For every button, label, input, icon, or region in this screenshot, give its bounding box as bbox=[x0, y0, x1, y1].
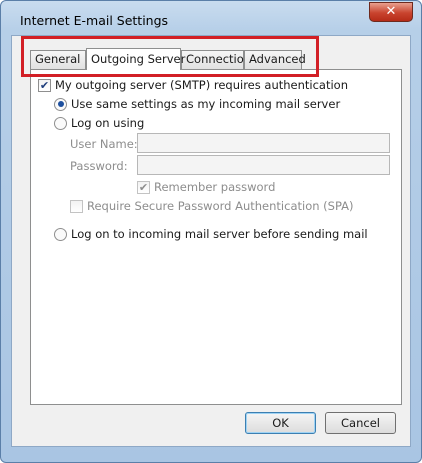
password-label: Password: bbox=[70, 159, 128, 173]
spa-row[interactable]: Require Secure Password Authentication (… bbox=[70, 199, 354, 213]
window-title: Internet E-mail Settings bbox=[20, 13, 169, 28]
log-on-incoming-row[interactable]: Log on to incoming mail server before se… bbox=[54, 227, 368, 241]
smtp-auth-checkbox[interactable]: ✔ bbox=[38, 78, 51, 92]
close-button[interactable]: ✕ bbox=[369, 2, 413, 22]
log-on-incoming-label: Log on to incoming mail server before se… bbox=[71, 227, 368, 241]
spa-label: Require Secure Password Authentication (… bbox=[87, 199, 354, 213]
dialog-client-area: General Outgoing Server Connection Advan… bbox=[11, 35, 411, 447]
smtp-auth-label: My outgoing server (SMTP) requires authe… bbox=[55, 78, 348, 92]
log-on-using-label: Log on using bbox=[71, 116, 145, 130]
remember-password-checkbox[interactable]: ✔ bbox=[137, 180, 150, 194]
tab-outgoing-server[interactable]: Outgoing Server bbox=[86, 48, 185, 70]
cancel-button[interactable]: Cancel bbox=[325, 412, 396, 434]
log-on-incoming-radio[interactable] bbox=[54, 227, 67, 241]
dialog-window: Internet E-mail Settings ✕ General Outgo… bbox=[0, 0, 422, 463]
smtp-auth-row[interactable]: ✔ My outgoing server (SMTP) requires aut… bbox=[38, 78, 348, 92]
log-on-using-radio[interactable] bbox=[54, 116, 67, 130]
user-name-input[interactable] bbox=[137, 133, 390, 153]
log-on-using-row[interactable]: Log on using bbox=[54, 116, 144, 130]
remember-password-row[interactable]: ✔ Remember password bbox=[137, 180, 275, 194]
use-same-settings-row[interactable]: Use same settings as my incoming mail se… bbox=[54, 97, 340, 111]
password-input[interactable] bbox=[137, 155, 390, 175]
user-name-label: User Name: bbox=[70, 137, 138, 151]
use-same-settings-label: Use same settings as my incoming mail se… bbox=[71, 97, 341, 111]
use-same-settings-radio[interactable] bbox=[54, 97, 67, 111]
spa-checkbox[interactable] bbox=[70, 199, 83, 213]
remember-password-label: Remember password bbox=[154, 180, 276, 194]
ok-button[interactable]: OK bbox=[245, 412, 316, 434]
outgoing-server-panel: ✔ My outgoing server (SMTP) requires aut… bbox=[30, 69, 402, 405]
close-icon: ✕ bbox=[385, 4, 397, 19]
